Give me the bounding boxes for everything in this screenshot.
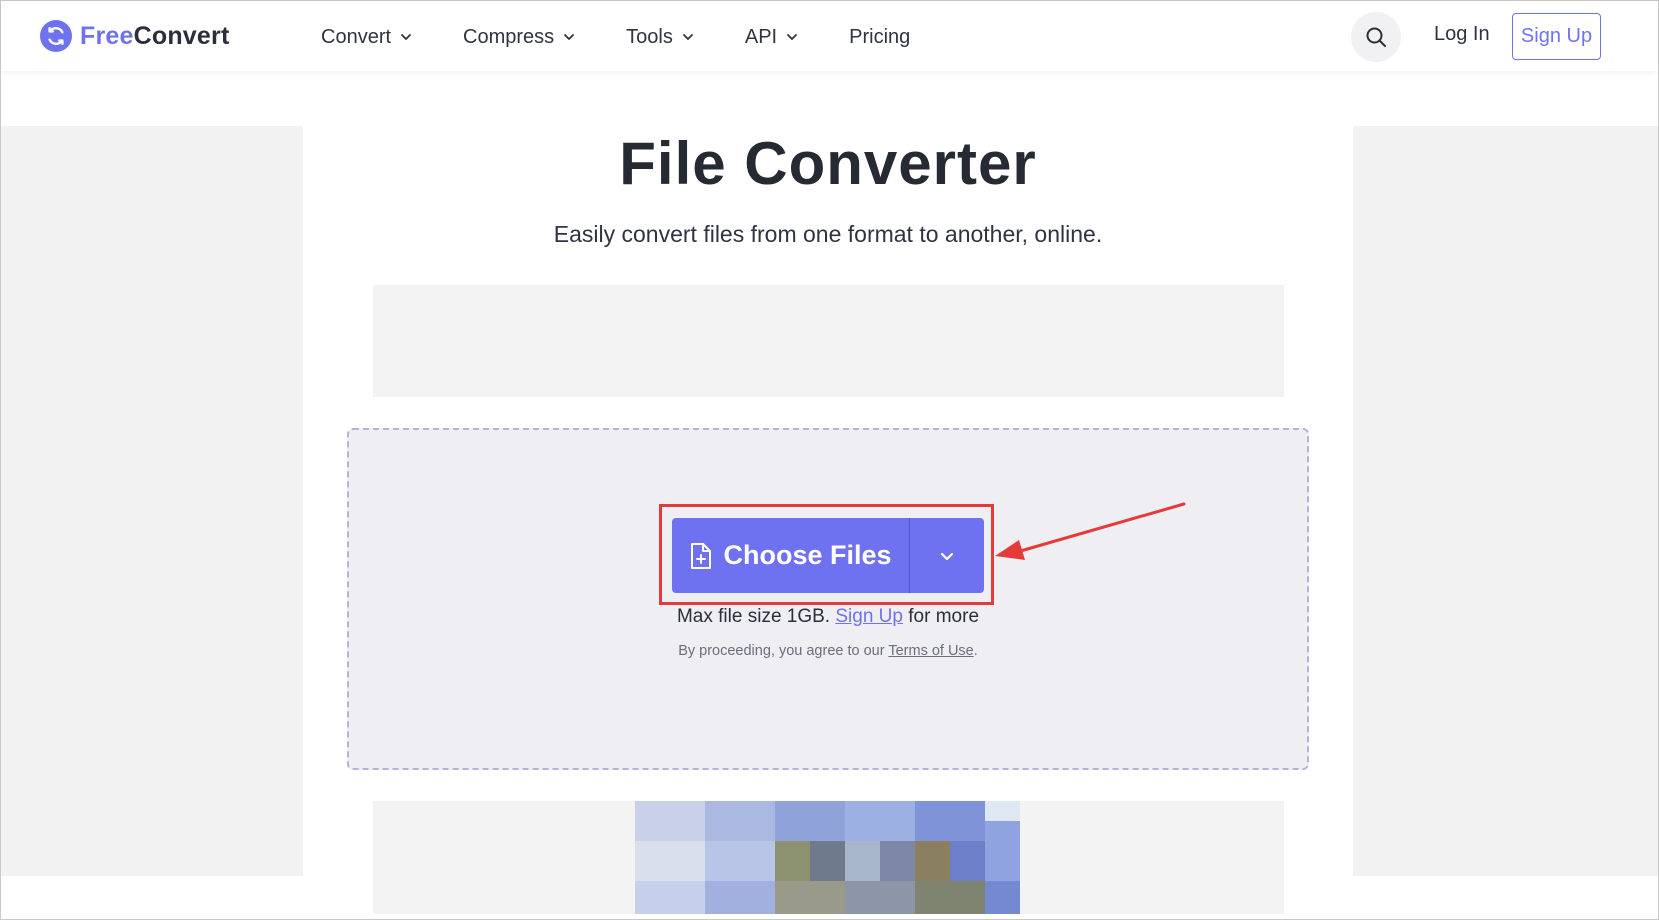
max-file-size-note: Max file size 1GB. Sign Up for more [347,606,1309,628]
max-size-suffix: for more [908,606,980,627]
pixelated-ad-image [635,801,1020,914]
terms-text: By proceeding, you agree to our [678,643,885,659]
brand-name: FreeConvert [80,22,229,51]
terms-of-use-link[interactable]: Terms of Use [888,643,973,659]
choose-files-button-group: Choose Files [672,518,984,593]
nav-item-api[interactable]: API [745,26,799,49]
search-button[interactable] [1351,12,1401,62]
chevron-down-icon [564,34,575,40]
nav-item-label: Compress [463,25,555,48]
side-ad-left [1,126,303,876]
login-link[interactable]: Log In [1434,23,1490,46]
nav-item-label: Convert [321,25,392,48]
nav-item-label: API [744,25,778,48]
chevron-down-icon [401,34,411,40]
brand-name-free: Free [80,21,134,50]
terms-suffix: . [973,643,978,659]
side-ad-right [1353,126,1658,876]
choose-source-dropdown[interactable] [910,518,984,593]
site-header: FreeConvert Convert Compress Tools API P… [1,1,1658,71]
logo-sync-icon [40,20,72,52]
page-subtitle: Easily convert files from one format to … [553,221,1103,247]
nav-item-pricing[interactable]: Pricing [849,26,910,49]
chevron-down-icon [940,552,954,560]
chevron-down-icon [682,34,693,40]
main-nav: Convert Compress Tools API Pricing [321,23,960,51]
nav-item-label: Pricing [849,25,911,48]
brand-name-convert: Convert [133,21,230,50]
max-size-text: Max file size 1GB. [676,606,831,627]
signup-button[interactable]: Sign Up [1512,13,1601,60]
nav-item-convert[interactable]: Convert [321,26,413,49]
choose-files-button[interactable]: Choose Files [672,518,909,593]
brand-logo[interactable]: FreeConvert [40,19,229,53]
ad-banner-top [373,285,1284,397]
signup-inline-link[interactable]: Sign Up [835,606,903,627]
terms-note: By proceeding, you agree to our Terms of… [347,643,1309,659]
chevron-down-icon [787,34,798,40]
nav-item-label: Tools [626,25,673,48]
nav-item-tools[interactable]: Tools [626,26,695,49]
file-add-icon [691,542,712,569]
annotation-arrow [995,502,1186,560]
page-title: File Converter [619,130,1037,197]
nav-item-compress[interactable]: Compress [463,26,576,49]
choose-files-label: Choose Files [723,540,892,570]
search-icon [1366,27,1386,47]
